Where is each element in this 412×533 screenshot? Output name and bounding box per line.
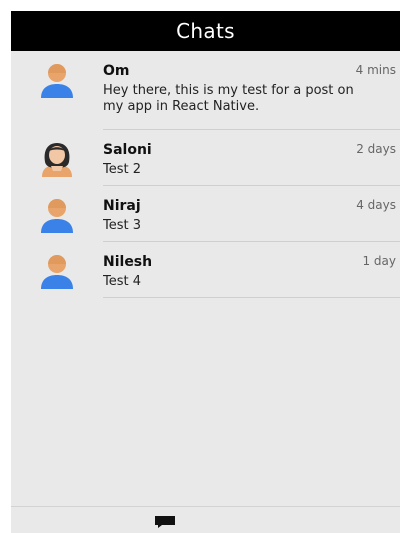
contact-name: Nilesh [103, 254, 153, 270]
chat-message: Test 4 [103, 274, 142, 289]
chat-content: Niraj 4 days Test 3 [103, 186, 400, 242]
bottom-tab-bar [11, 506, 400, 533]
chat-time: 4 days [356, 198, 396, 212]
male-avatar-icon [41, 199, 73, 233]
chat-row-om[interactable]: Om 4 mins Hey there, this is my test for… [11, 51, 400, 130]
page-title: Chats [176, 19, 235, 43]
chat-content: Om 4 mins Hey there, this is my test for… [103, 51, 400, 130]
contact-name: Niraj [103, 198, 141, 214]
chat-message: Hey there, this is my test for a post on… [103, 83, 400, 115]
contact-name: Om [103, 63, 130, 79]
chat-content: Saloni 2 days Test 2 [103, 130, 400, 186]
contact-name: Saloni [103, 142, 152, 158]
female-avatar-icon [42, 143, 72, 177]
male-avatar-icon [41, 255, 73, 289]
chat-time: 1 day [362, 254, 396, 268]
chat-row-nilesh[interactable]: Nilesh 1 day Test 4 [11, 242, 400, 298]
header-bar: Chats [11, 11, 400, 51]
message-line: my app in React Native. [103, 99, 260, 114]
male-avatar-icon [41, 64, 73, 98]
message-line: Hey there, this is my test for a post on [103, 83, 354, 98]
chat-list: Om 4 mins Hey there, this is my test for… [11, 51, 400, 298]
chat-row-niraj[interactable]: Niraj 4 days Test 3 [11, 186, 400, 242]
chat-time: 2 days [356, 142, 396, 156]
chat-bubble-icon[interactable] [154, 515, 176, 529]
chat-message: Test 3 [103, 218, 142, 233]
chat-screen: Chats Om 4 mins Hey there, this is my te… [11, 11, 400, 533]
chat-row-saloni[interactable]: Saloni 2 days Test 2 [11, 130, 400, 186]
chat-time: 4 mins [355, 63, 396, 77]
chat-content: Nilesh 1 day Test 4 [103, 242, 400, 298]
chat-message: Test 2 [103, 162, 142, 177]
